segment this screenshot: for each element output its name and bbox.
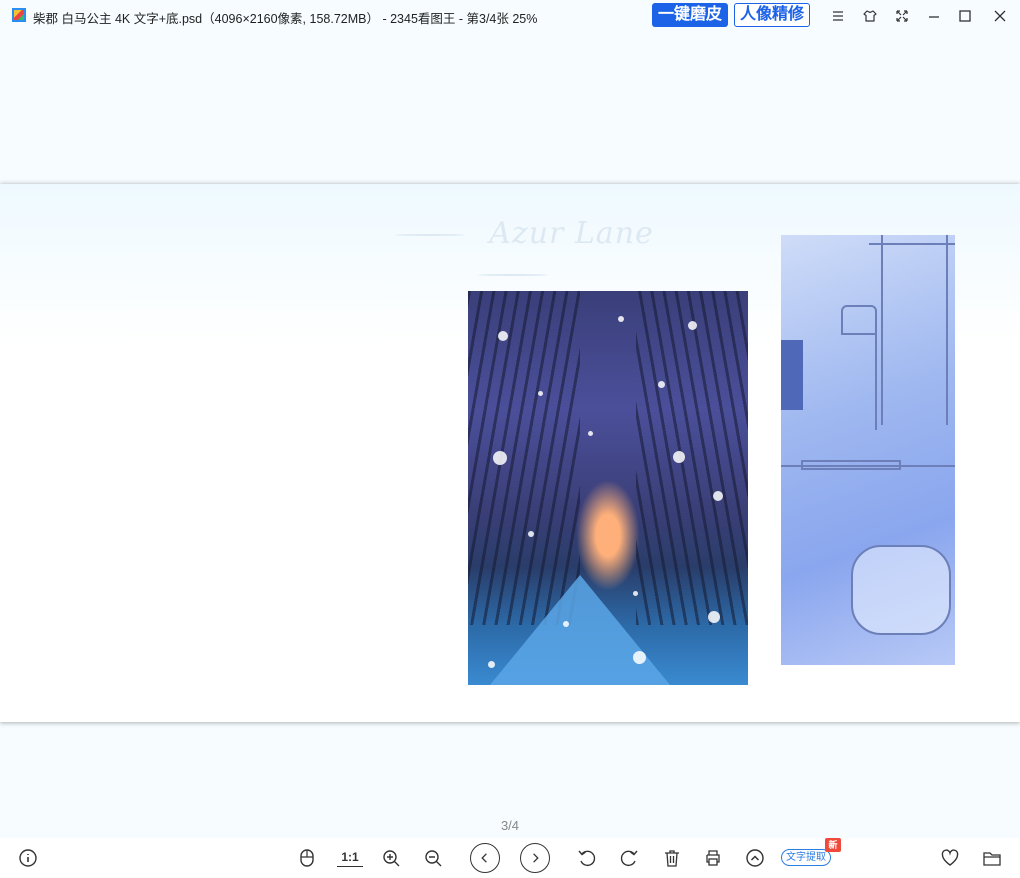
chair-shape bbox=[851, 545, 951, 635]
smooth-skin-button[interactable]: 一键磨皮 bbox=[652, 3, 728, 27]
lamp-shade bbox=[841, 305, 877, 335]
title-bar: 柴郡 白马公主 4K 文字+底.psd（4096×2160像素, 158.72M… bbox=[0, 0, 1020, 34]
new-badge: 新 bbox=[825, 838, 841, 852]
snowflake bbox=[633, 651, 646, 664]
snowflake bbox=[688, 321, 697, 330]
snowflake bbox=[538, 391, 543, 396]
fullscreen-icon[interactable] bbox=[892, 6, 912, 26]
rotate-left-icon[interactable] bbox=[575, 846, 599, 870]
next-image-button[interactable] bbox=[520, 843, 550, 873]
favorite-heart-icon[interactable] bbox=[938, 846, 962, 870]
page-counter: 3/4 bbox=[500, 818, 520, 833]
zoom-in-icon[interactable] bbox=[379, 846, 403, 870]
snowflake bbox=[528, 531, 534, 537]
room-lineart-photo bbox=[781, 235, 955, 665]
maximize-icon[interactable] bbox=[955, 6, 975, 26]
wall-line bbox=[881, 235, 883, 425]
snowflake bbox=[618, 316, 624, 322]
snowflake bbox=[493, 451, 507, 465]
menu-icon[interactable] bbox=[828, 6, 848, 26]
skin-shirt-icon[interactable] bbox=[860, 6, 880, 26]
snowflake bbox=[708, 611, 720, 623]
delete-icon[interactable] bbox=[660, 846, 684, 870]
snowflake bbox=[498, 331, 508, 341]
zoom-out-icon[interactable] bbox=[421, 846, 445, 870]
app-logo-icon bbox=[12, 8, 26, 22]
image-canvas[interactable]: Azur Lane bbox=[0, 184, 1020, 722]
print-icon[interactable] bbox=[701, 846, 725, 870]
flourish-left bbox=[395, 234, 466, 236]
mouse-mode-icon[interactable] bbox=[295, 846, 319, 870]
portrait-retouch-button[interactable]: 人像精修 bbox=[734, 3, 810, 27]
previous-image-button[interactable] bbox=[470, 843, 500, 873]
snowflake bbox=[673, 451, 685, 463]
watermark-logo: Azur Lane bbox=[325, 214, 700, 276]
info-icon[interactable] bbox=[16, 846, 40, 870]
window-title: 柴郡 白马公主 4K 文字+底.psd（4096×2160像素, 158.72M… bbox=[33, 12, 538, 26]
snowflake bbox=[588, 431, 593, 436]
snowy-avenue-photo bbox=[468, 291, 748, 685]
snowflake bbox=[488, 661, 495, 668]
snowflake bbox=[633, 591, 638, 596]
snowy-path bbox=[490, 575, 670, 685]
bottom-toolbar: 1:1 文字提取 新 bbox=[0, 838, 1020, 878]
minimize-icon[interactable] bbox=[924, 6, 944, 26]
keyboard-shape bbox=[801, 460, 901, 470]
snowflake bbox=[658, 381, 665, 388]
rotate-right-icon[interactable] bbox=[617, 846, 641, 870]
lamp-stand bbox=[875, 335, 877, 430]
flourish-right bbox=[477, 274, 548, 276]
snowflake bbox=[713, 491, 723, 501]
open-folder-icon[interactable] bbox=[980, 846, 1004, 870]
close-icon[interactable] bbox=[990, 6, 1010, 26]
wall-line bbox=[946, 235, 948, 425]
text-extract-button[interactable]: 文字提取 bbox=[781, 849, 831, 866]
actual-size-button[interactable]: 1:1 bbox=[337, 848, 363, 867]
watermark-text: Azur Lane bbox=[489, 216, 654, 251]
more-up-icon[interactable] bbox=[743, 846, 767, 870]
snowflake bbox=[563, 621, 569, 627]
monitor-shape bbox=[781, 340, 803, 410]
